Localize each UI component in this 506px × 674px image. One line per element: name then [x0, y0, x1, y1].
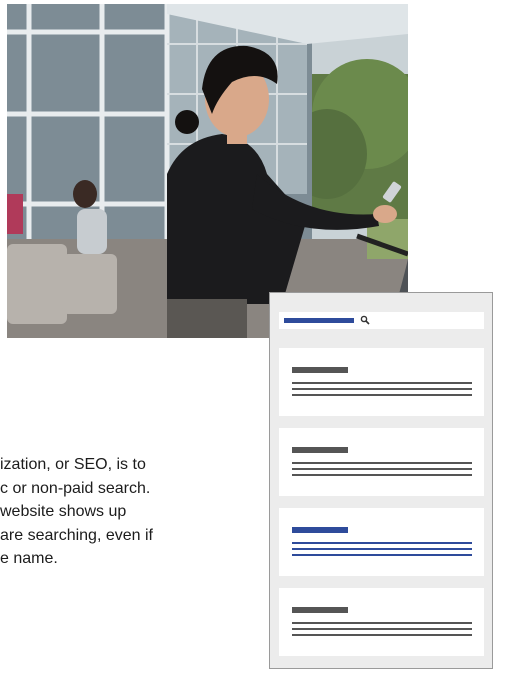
hero-photo-illustration — [7, 4, 408, 338]
result-text-line — [292, 634, 472, 636]
result-text-line — [292, 474, 472, 476]
result-text-line — [292, 542, 472, 544]
search-result-card-highlighted — [279, 508, 484, 576]
body-line: website shows up — [0, 503, 127, 520]
body-line: c or non-paid search. — [0, 479, 151, 497]
result-title-placeholder — [292, 527, 348, 533]
result-text-line — [292, 628, 472, 630]
result-text-line — [292, 382, 472, 384]
search-result-card — [279, 348, 484, 416]
search-icon — [360, 315, 370, 325]
result-text-line — [292, 388, 472, 390]
search-bar — [279, 312, 484, 329]
search-result-card — [279, 428, 484, 496]
body-line: e name. — [0, 550, 58, 567]
page: ization, or SEO, is to c or non-paid sea… — [0, 0, 506, 674]
seo-description: ization, or SEO, is to c or non-paid sea… — [0, 453, 262, 571]
result-title-placeholder — [292, 447, 348, 453]
result-title-placeholder — [292, 607, 348, 613]
hero-photo — [7, 4, 408, 338]
result-text-line — [292, 622, 472, 624]
result-text-line — [292, 548, 472, 550]
result-text-line — [292, 554, 472, 556]
result-title-placeholder — [292, 367, 348, 373]
result-text-line — [292, 394, 472, 396]
result-text-line — [292, 468, 472, 470]
search-result-card — [279, 588, 484, 656]
result-text-line — [292, 462, 472, 464]
body-line: are searching, even if — [0, 526, 153, 544]
search-results-illustration — [269, 292, 493, 669]
search-query-placeholder — [284, 318, 354, 323]
body-line: ization, or SEO, is to — [0, 456, 146, 473]
